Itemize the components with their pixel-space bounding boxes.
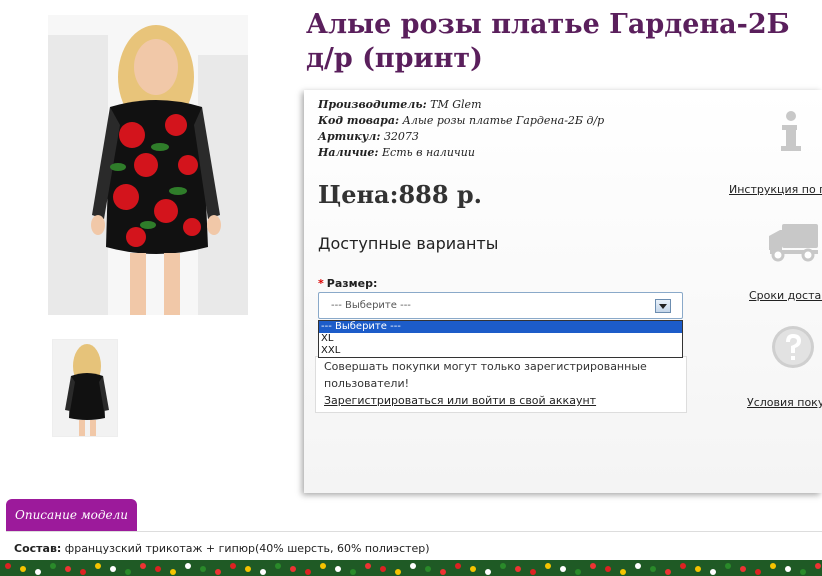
size-select-value: --- Выберите --- [331,300,411,311]
login-notice: Совершать покупки могут только зарегистр… [315,356,687,413]
manufacturer-row: Производитель: TM Glem [318,97,604,113]
product-attributes: Производитель: TM Glem Код товара: Алые … [318,97,604,161]
product-code-row: Код товара: Алые розы платье Гардена-2Б … [318,113,604,129]
tab-description[interactable]: Описание модели [6,499,137,532]
size-label-text: Размер: [326,277,378,290]
composition-label: Состав: [14,542,62,555]
size-option-xxl[interactable]: XXL [319,345,682,357]
size-option-xl[interactable]: XL [319,333,682,345]
holiday-garland [0,560,822,576]
product-code-label: Код товара: [318,114,400,127]
chevron-down-icon[interactable] [655,299,671,313]
manufacturer-label: Производитель: [318,98,427,111]
composition-row: Состав: французский трикотаж + гипюр(40%… [14,542,430,555]
size-label: * Размер: [318,277,377,290]
tab-divider [6,531,822,532]
size-select[interactable]: --- Выберите --- [318,292,683,319]
product-thumbnail[interactable] [52,339,118,437]
truck-icon[interactable] [768,222,820,266]
product-title: Алые розы платье Гардена-2Б д/р (принт) [306,9,790,74]
size-dropdown-list[interactable]: --- Выберите --- XL XXL [318,320,683,358]
product-photo[interactable] [48,15,248,315]
article-value: 32073 [383,130,419,143]
article-row: Артикул: 32073 [318,129,604,145]
availability-label: Наличие: [318,146,379,159]
availability-value: Есть в наличии [382,146,475,159]
required-mark: * [318,277,324,290]
login-notice-text: Совершать покупки могут только зарегистр… [324,360,647,390]
availability-row: Наличие: Есть в наличии [318,145,604,161]
login-link[interactable]: Зарегистрироваться или войти в свой акка… [324,394,596,407]
article-label: Артикул: [318,130,381,143]
manufacturer-value: TM Glem [430,98,482,111]
product-price: Цена:888 р. [318,180,483,209]
terms-link[interactable]: Условия покуп [747,396,822,409]
instruction-link[interactable]: Инструкция по по [729,183,822,196]
product-code-value: Алые розы платье Гардена-2Б д/р [402,114,605,127]
info-icon[interactable] [778,110,804,158]
size-option-placeholder[interactable]: --- Выберите --- [319,321,682,333]
composition-value: французский трикотаж + гипюр(40% шерсть,… [61,542,430,555]
variants-heading: Доступные варианты [318,234,499,253]
question-icon[interactable] [770,324,816,374]
delivery-link[interactable]: Сроки достав [749,289,822,302]
